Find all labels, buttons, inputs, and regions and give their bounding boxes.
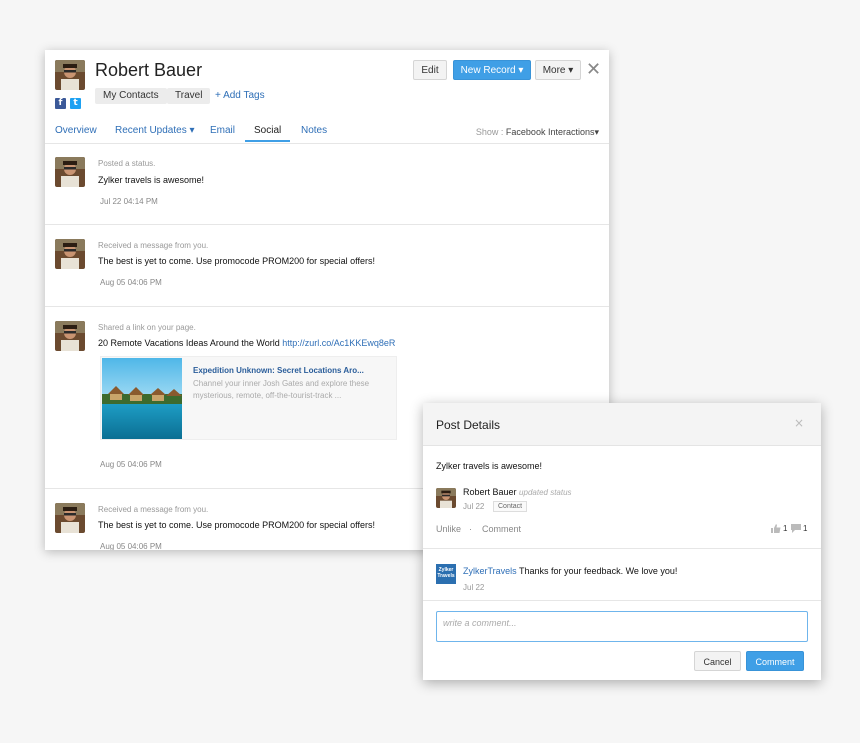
tab-recent-updates[interactable]: Recent Updates ▾ <box>115 125 195 136</box>
divider <box>423 600 821 601</box>
edit-button[interactable]: Edit <box>413 60 447 80</box>
reply: ZylkerTravels Thanks for your feedback. … <box>463 566 677 576</box>
divider <box>45 306 609 307</box>
close-icon[interactable]: × <box>794 416 804 430</box>
zylker-logo: Zylker Travels <box>436 564 456 584</box>
tag-my-contacts[interactable]: My Contacts <box>95 88 167 104</box>
divider <box>45 143 609 144</box>
modal-title: Post Details <box>436 418 501 432</box>
comment-count-value: 1 <box>803 524 808 533</box>
new-record-button[interactable]: New Record ▾ <box>453 60 531 80</box>
feed-message: The best is yet to come. Use promocode P… <box>98 256 375 266</box>
feed-time: Aug 05 04:06 PM <box>100 542 162 550</box>
avatar <box>55 60 85 90</box>
post-text: Zylker travels is awesome! <box>436 461 543 471</box>
comment-button[interactable]: Comment <box>746 651 804 671</box>
author-action: updated status <box>519 488 572 497</box>
post-details-modal: Post Details × Zylker travels is awesome… <box>423 403 821 680</box>
record-name: Robert Bauer <box>95 60 203 80</box>
feed-message: Zylker travels is awesome! <box>98 175 205 185</box>
feed-time: Jul 22 04:14 PM <box>100 197 158 206</box>
link-title[interactable]: Expedition Unknown: Secret Locations Aro… <box>193 366 364 375</box>
reply-author[interactable]: ZylkerTravels <box>463 566 517 576</box>
active-tab-indicator <box>245 140 290 142</box>
tab-notes[interactable]: Notes <box>301 125 327 136</box>
feed-message: The best is yet to come. Use promocode P… <box>98 520 375 530</box>
add-tags-link[interactable]: + Add Tags <box>215 88 265 104</box>
reply-date: Jul 22 <box>463 583 485 592</box>
like-count: 1 <box>771 524 787 533</box>
show-label: Show : <box>475 127 506 137</box>
comment-link[interactable]: Comment <box>482 524 521 534</box>
feed-meta: Shared a link on your page. <box>98 323 196 332</box>
like-count-value: 1 <box>783 524 788 533</box>
post-author: Robert Bauer updated status <box>463 487 572 497</box>
twitter-icon[interactable]: t <box>70 98 81 109</box>
more-button[interactable]: More ▾ <box>535 60 581 80</box>
tag-travel[interactable]: Travel <box>167 88 211 104</box>
divider <box>45 224 609 225</box>
tab-social[interactable]: Social <box>254 125 281 136</box>
cancel-button[interactable]: Cancel <box>694 651 741 671</box>
avatar <box>436 488 456 508</box>
feed-meta: Received a message from you. <box>98 241 209 250</box>
feed-message: 20 Remote Vacations Ideas Around the Wor… <box>98 338 395 348</box>
author-name[interactable]: Robert Bauer <box>463 487 517 497</box>
show-value[interactable]: Facebook Interactions▾ <box>506 127 599 137</box>
feed-meta: Posted a status. <box>98 159 156 168</box>
avatar <box>55 321 85 351</box>
thumbs-up-icon <box>771 524 781 533</box>
contact-badge: Contact <box>493 501 528 512</box>
avatar <box>55 239 85 269</box>
tab-email[interactable]: Email <box>210 125 235 136</box>
link-description: Channel your inner Josh Gates and explor… <box>193 379 370 400</box>
show-filter[interactable]: Show : Facebook Interactions▾ <box>476 127 599 138</box>
feed-message-text: 20 Remote Vacations Ideas Around the Wor… <box>98 338 283 348</box>
comment-icon <box>791 524 801 533</box>
comment-input[interactable]: write a comment... <box>436 611 808 642</box>
comment-count: 1 <box>791 524 807 533</box>
link-thumbnail <box>102 358 182 439</box>
link-preview-card[interactable]: Expedition Unknown: Secret Locations Aro… <box>100 356 397 440</box>
feed-time: Aug 05 04:06 PM <box>100 278 162 287</box>
unlike-button[interactable]: Unlike <box>436 524 461 534</box>
feed-meta: Received a message from you. <box>98 505 209 514</box>
feed-time: Aug 05 04:06 PM <box>100 460 162 469</box>
shared-link[interactable]: http://zurl.co/Ac1KKEwq8eR <box>282 338 395 348</box>
divider <box>423 548 821 549</box>
separator: · <box>469 524 472 534</box>
close-icon[interactable]: ✕ <box>586 60 601 80</box>
reply-text: Thanks for your feedback. We love you! <box>516 566 678 576</box>
avatar <box>55 157 85 187</box>
facebook-icon[interactable]: f <box>55 98 66 109</box>
modal-header: Post Details × <box>423 403 821 446</box>
avatar <box>55 503 85 533</box>
post-date: Jul 22 <box>463 502 485 511</box>
tab-overview[interactable]: Overview <box>55 125 97 136</box>
